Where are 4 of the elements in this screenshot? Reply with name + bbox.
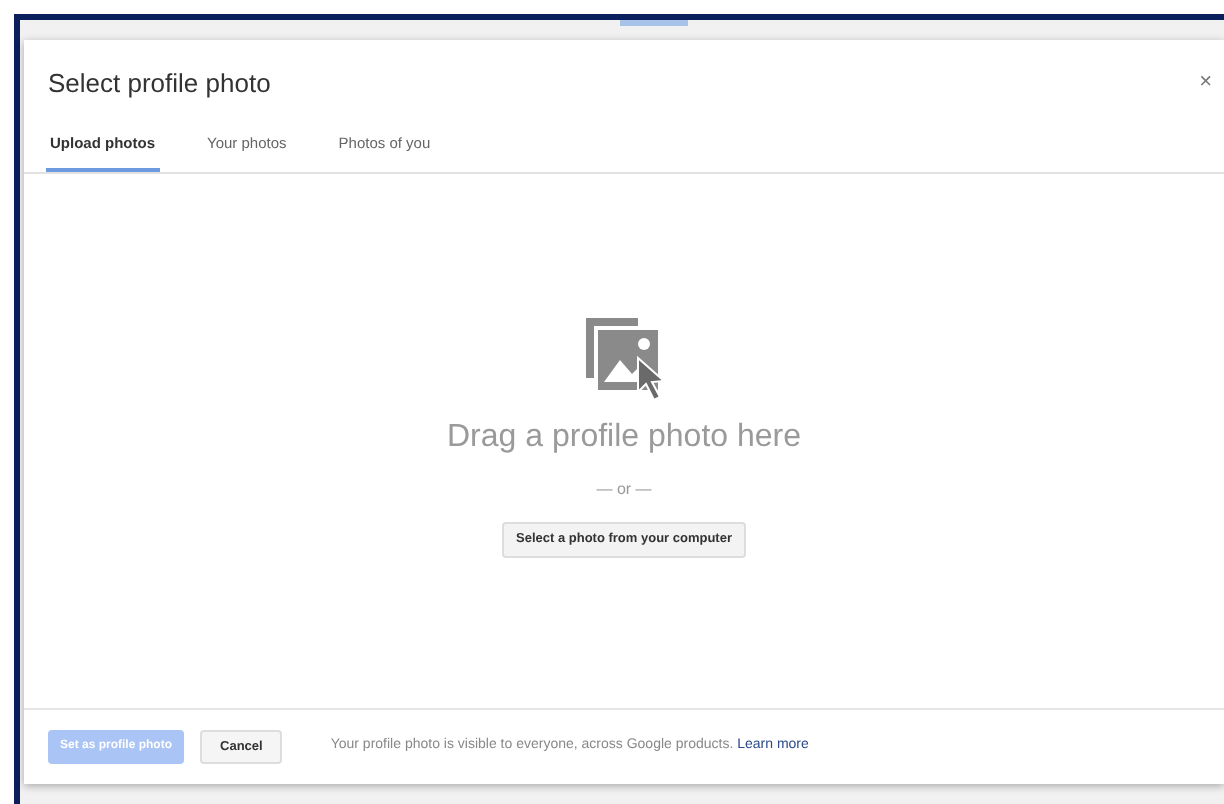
dialog-title: Select profile photo [48,66,271,102]
drop-heading: Drag a profile photo here [447,417,801,458]
separator-text: — or — [596,477,652,502]
close-button[interactable]: × [1199,72,1212,95]
